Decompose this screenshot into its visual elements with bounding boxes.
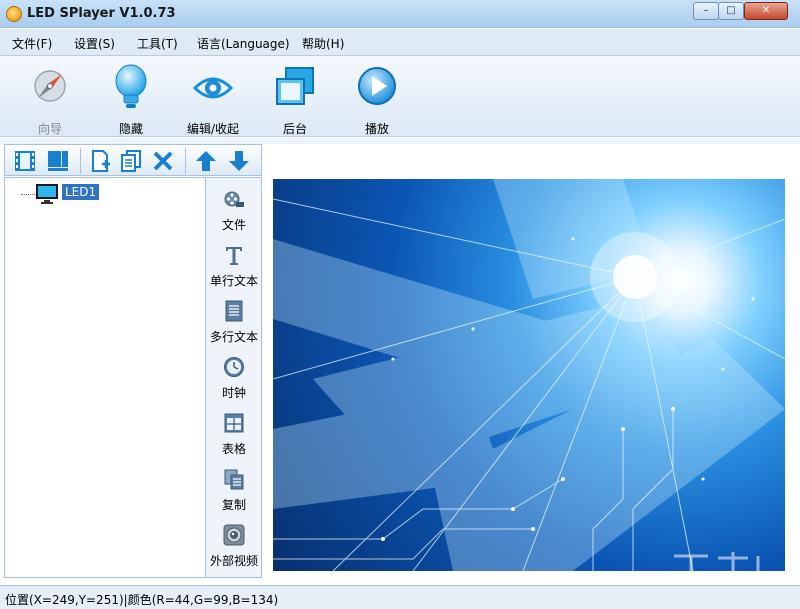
- maximize-button[interactable]: □: [718, 2, 744, 20]
- background-button[interactable]: 后台: [260, 60, 330, 136]
- main-toolbar: 向导 隐藏 编辑/收起 后台 播放: [0, 55, 800, 137]
- clock-icon: [223, 356, 245, 378]
- play-button[interactable]: 播放: [342, 60, 412, 136]
- add-multi-line-text-label: 多行文本: [206, 328, 262, 345]
- title-bar: LED SPlayer V1.0.73 – □ ✕: [0, 0, 800, 28]
- play-label: 播放: [342, 120, 412, 137]
- arrow-up-icon[interactable]: [194, 149, 218, 173]
- led-preview-screen[interactable]: [273, 179, 785, 571]
- menu-settings[interactable]: 设置(S): [74, 35, 115, 52]
- program-toolbar: [4, 144, 262, 176]
- add-multi-line-text-button[interactable]: 多行文本: [206, 298, 262, 352]
- status-bar: 位置(X=249,Y=251)|颜色(R=44,G=99,B=134): [0, 585, 800, 609]
- arrow-down-icon[interactable]: [227, 149, 251, 173]
- film-icon[interactable]: [13, 149, 37, 173]
- background-label: 后台: [260, 120, 330, 137]
- add-clock-label: 时钟: [206, 384, 262, 401]
- menu-file[interactable]: 文件(F): [12, 35, 52, 52]
- hide-button[interactable]: 隐藏: [96, 60, 166, 136]
- lightbulb-icon: [111, 64, 151, 112]
- add-table-label: 表格: [206, 440, 262, 457]
- status-text: 位置(X=249,Y=251)|颜色(R=44,G=99,B=134): [5, 591, 278, 608]
- monitor-icon: [35, 182, 59, 206]
- edit-collapse-label: 编辑/收起: [178, 120, 248, 137]
- add-single-line-text-button[interactable]: 单行文本: [206, 242, 262, 296]
- add-item-toolbar: 文件 单行文本 多行文本 时钟 表格: [206, 177, 262, 578]
- program-tree: LED1: [4, 177, 206, 578]
- camera-icon: [223, 524, 245, 546]
- text-t-icon: [223, 244, 245, 266]
- table-icon: [223, 412, 245, 434]
- wizard-button[interactable]: 向导: [15, 60, 85, 136]
- menu-tools[interactable]: 工具(T): [137, 35, 178, 52]
- edit-collapse-button[interactable]: 编辑/收起: [178, 60, 248, 136]
- windows-icon: [275, 64, 315, 112]
- menu-language[interactable]: 语言(Language): [197, 35, 290, 52]
- hide-label: 隐藏: [96, 120, 166, 137]
- copy-icon[interactable]: [119, 149, 143, 173]
- preview-background-image: [273, 179, 785, 571]
- add-table-button[interactable]: 表格: [206, 410, 262, 464]
- layout-icon[interactable]: [46, 149, 70, 173]
- add-external-video-label: 外部视频: [206, 552, 262, 569]
- add-file-label: 文件: [206, 216, 262, 233]
- document-icon: [223, 300, 245, 322]
- copy-item-label: 复制: [206, 496, 262, 513]
- compass-icon: [30, 64, 70, 112]
- add-external-video-button[interactable]: 外部视频: [206, 522, 262, 576]
- menu-help[interactable]: 帮助(H): [302, 35, 344, 52]
- delete-icon[interactable]: [151, 149, 175, 173]
- menu-bar: 文件(F) 设置(S) 工具(T) 语言(Language) 帮助(H): [0, 29, 800, 55]
- film-reel-icon: [223, 188, 245, 210]
- tree-item-led1[interactable]: LED1: [62, 184, 99, 200]
- copy-item-button[interactable]: 复制: [206, 466, 262, 520]
- add-single-line-text-label: 单行文本: [206, 272, 262, 289]
- add-file-button[interactable]: 文件: [206, 186, 262, 240]
- new-file-icon[interactable]: [88, 149, 112, 173]
- copy-icon: [223, 468, 245, 490]
- minimize-button[interactable]: –: [693, 2, 719, 20]
- app-icon: [6, 6, 22, 22]
- add-clock-button[interactable]: 时钟: [206, 354, 262, 408]
- eye-icon: [188, 64, 238, 112]
- play-icon: [357, 64, 397, 112]
- close-button[interactable]: ✕: [744, 2, 788, 20]
- window-title: LED SPlayer V1.0.73: [27, 6, 176, 21]
- wizard-label: 向导: [15, 120, 85, 137]
